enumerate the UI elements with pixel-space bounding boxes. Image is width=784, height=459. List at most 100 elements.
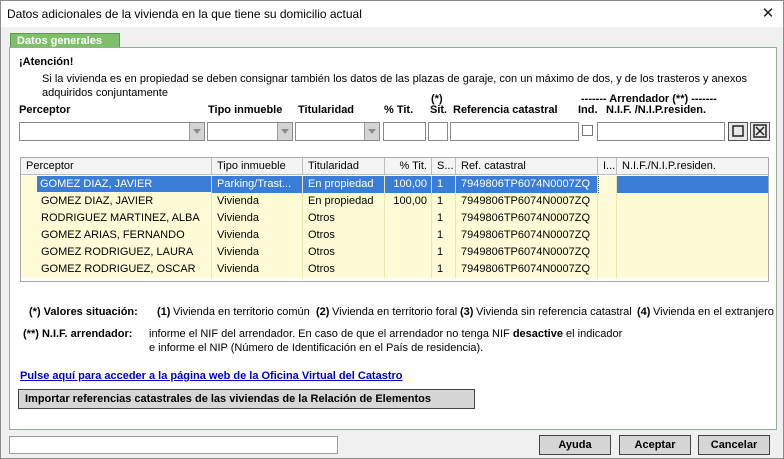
table-row[interactable]: GOMEZ DIAZ, JAVIER Vivienda En propiedad 10… (21, 193, 768, 210)
cell-pct-tit: 100,00 (385, 193, 432, 210)
table-row[interactable]: RODRIGUEZ MARTINEZ, ALBA Vivienda Otros 1 79… (21, 210, 768, 227)
ref-catastral-input[interactable] (450, 122, 579, 141)
cell-titularidad: Otros (303, 227, 385, 244)
col-header-pct-tit[interactable]: % Tit. (385, 158, 432, 175)
valor-1-num: (1) (157, 306, 171, 318)
col-header-titularidad[interactable]: Titularidad (303, 158, 385, 175)
perceptor-select[interactable] (19, 122, 205, 141)
ind-checkbox[interactable] (582, 125, 593, 136)
nif-text-part-a: informe el NIF del arrendador. En caso d… (149, 328, 513, 340)
col-header-perceptor[interactable]: Perceptor (21, 158, 212, 175)
valor-4-text: Vivienda en el extranjero (653, 306, 774, 318)
cell-ref-catastral: 7949806TP6074N0007ZQ (456, 244, 598, 261)
catastro-link[interactable]: Pulse aquí para acceder a la página web … (20, 370, 403, 382)
cell-perceptor: RODRIGUEZ MARTINEZ, ALBA (21, 210, 212, 227)
titularidad-label: Titularidad (298, 104, 355, 116)
ind-label: Ind. (578, 104, 598, 116)
import-references-button[interactable]: Importar referencias catastrales de las … (18, 389, 475, 409)
table-row[interactable]: GOMEZ ARIAS, FERNANDO Vivienda Otros 1 79498… (21, 227, 768, 244)
tab-datos-generales[interactable]: Datos generales (10, 33, 120, 48)
cell-perceptor: GOMEZ ARIAS, FERNANDO (21, 227, 212, 244)
new-record-button[interactable] (728, 122, 748, 141)
tipo-inmueble-label: Tipo inmueble (208, 104, 283, 116)
attention-text-line2: adquiridos conjuntamente (42, 87, 168, 99)
sit-input[interactable] (428, 122, 448, 141)
pct-tit-label: % Tit. (384, 104, 414, 116)
cell-sit: 1 (432, 244, 456, 261)
cell-tipo-inmueble: Vivienda (212, 261, 303, 278)
cell-pct-tit: 100,00 (385, 176, 432, 193)
nif-text-part-b: el indicador (562, 328, 623, 340)
nif-arrendador-text-line1: informe el NIF del arrendador. En caso d… (149, 328, 622, 340)
col-header-nif[interactable]: N.I.F./N.I.P.residen. (617, 158, 768, 175)
col-header-tipo-inmueble[interactable]: Tipo inmueble (212, 158, 303, 175)
cell-nif (617, 244, 768, 261)
cell-nif (617, 261, 768, 278)
pct-tit-input[interactable] (383, 122, 426, 141)
cell-ref-catastral: 7949806TP6074N0007ZQ (456, 210, 598, 227)
cell-perceptor: GOMEZ RODRIGUEZ, OSCAR (21, 261, 212, 278)
tipo-inmueble-select[interactable] (207, 122, 293, 141)
cell-perceptor: GOMEZ DIAZ, JAVIER (21, 176, 212, 193)
new-record-icon (732, 125, 744, 137)
dialog-window: Datos adicionales de la vivienda en la q… (0, 0, 784, 459)
cell-ind (598, 176, 617, 193)
table-row[interactable]: GOMEZ RODRIGUEZ, LAURA Vivienda Otros 1 7949… (21, 244, 768, 261)
cell-tipo-inmueble: Vivienda (212, 193, 303, 210)
attention-heading: ¡Atención! (19, 56, 74, 68)
delete-record-button[interactable] (750, 122, 770, 141)
delete-icon (753, 124, 767, 138)
cell-nif (617, 227, 768, 244)
titularidad-select[interactable] (295, 122, 380, 141)
col-header-ind[interactable]: I... (598, 158, 617, 175)
cell-pct-tit (385, 227, 432, 244)
cell-pct-tit (385, 261, 432, 278)
cell-ind (598, 244, 617, 261)
valor-3-num: (3) (460, 306, 474, 318)
col-header-ref-catastral[interactable]: Ref. catastral (456, 158, 598, 175)
nif-text-bold: desactive (512, 328, 563, 340)
cell-tipo-inmueble: Vivienda (212, 227, 303, 244)
window-title: Datos adicionales de la vivienda en la q… (7, 7, 362, 21)
cell-pct-tit (385, 244, 432, 261)
cell-perceptor: GOMEZ DIAZ, JAVIER (21, 193, 212, 210)
table-row[interactable]: GOMEZ RODRIGUEZ, OSCAR Vivienda Otros 1 7949… (21, 261, 768, 278)
help-button[interactable]: Ayuda (539, 435, 611, 455)
title-bar: Datos adicionales de la vivienda en la q… (1, 1, 783, 27)
cell-perceptor-text: GOMEZ DIAZ, JAVIER (37, 176, 211, 192)
cancel-button[interactable]: Cancelar (698, 435, 770, 455)
cell-sit: 1 (432, 227, 456, 244)
cell-ind (598, 227, 617, 244)
nif-input[interactable] (597, 122, 725, 141)
cell-tipo-inmueble: Parking/Trast... (212, 176, 303, 193)
attention-text-line1: Si la vivienda es en propiedad se deben … (42, 73, 748, 85)
cell-nif (617, 176, 768, 193)
col-header-sit[interactable]: S... (432, 158, 456, 175)
nif-arrendador-label: (**) N.I.F. arrendador: (23, 328, 133, 340)
records-table[interactable]: Perceptor Tipo inmueble Titularidad % Ti… (20, 157, 769, 282)
cell-titularidad: Otros (303, 210, 385, 227)
valor-2-num: (2) (316, 306, 330, 318)
accept-button[interactable]: Aceptar (619, 435, 691, 455)
nif-label: N.I.F. /N.I.P.residen. (606, 104, 707, 116)
cell-pct-tit (385, 210, 432, 227)
close-icon[interactable]: ✕ (759, 5, 777, 23)
perceptor-label: Perceptor (19, 104, 71, 116)
nif-arrendador-text-line2: e informe el NIP (Número de Identificaci… (149, 342, 484, 354)
cell-titularidad: En propiedad (303, 176, 385, 193)
cell-titularidad: Otros (303, 244, 385, 261)
table-row[interactable]: GOMEZ DIAZ, JAVIER Parking/Trast... En pro… (21, 176, 768, 193)
chevron-down-icon[interactable] (364, 123, 379, 140)
valor-2-text: Vivienda en territorio foral (332, 306, 458, 318)
status-field (9, 436, 338, 454)
cell-ind (598, 261, 617, 278)
cell-perceptor: GOMEZ RODRIGUEZ, LAURA (21, 244, 212, 261)
chevron-down-icon[interactable] (277, 123, 292, 140)
cell-sit: 1 (432, 261, 456, 278)
cell-titularidad: En propiedad (303, 193, 385, 210)
chevron-down-icon[interactable] (189, 123, 204, 140)
cell-ref-catastral: 7949806TP6074N0007ZQ (456, 261, 598, 278)
valor-3-text: Vivienda sin referencia catastral (476, 306, 632, 318)
valores-situacion-label: (*) Valores situación: (29, 306, 138, 318)
cell-ref-catastral: 7949806TP6074N0007ZQ (456, 193, 598, 210)
